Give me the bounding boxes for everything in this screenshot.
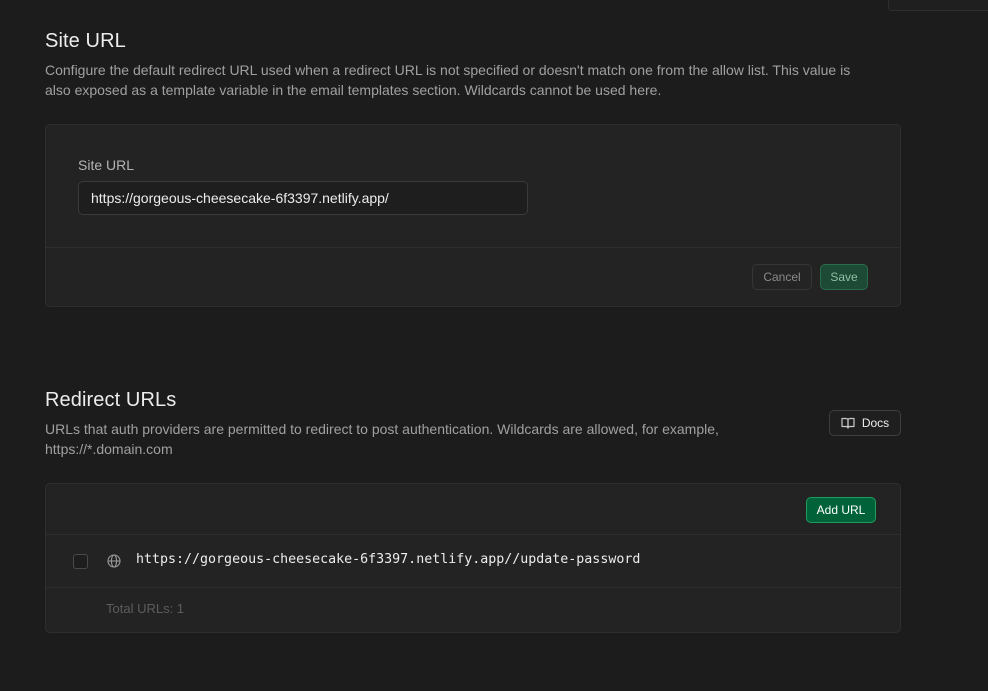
list-header-divider xyxy=(46,534,900,535)
cancel-button[interactable]: Cancel xyxy=(752,264,812,290)
site-url-card: Site URL Cancel Save xyxy=(45,124,901,307)
site-url-input[interactable] xyxy=(78,181,528,215)
add-url-button[interactable]: Add URL xyxy=(806,497,876,523)
docs-button[interactable]: Docs xyxy=(829,410,901,436)
top-edge-tab xyxy=(888,0,988,11)
site-url-title: Site URL xyxy=(45,30,126,52)
total-urls-count: Total URLs: 1 xyxy=(106,601,185,616)
auth-url-configuration-page: Site URL Configure the default redirect … xyxy=(0,0,988,691)
site-url-description: Configure the default redirect URL used … xyxy=(45,62,851,98)
docs-label: Docs xyxy=(861,416,890,430)
card-footer-divider xyxy=(46,247,900,248)
list-footer-divider xyxy=(46,587,900,588)
globe-icon xyxy=(107,554,121,568)
redirect-urls-card: Add URL https://gorgeous-cheesecake-6f33… xyxy=(45,483,901,633)
save-button[interactable]: Save xyxy=(820,264,868,290)
select-url-checkbox[interactable] xyxy=(73,554,88,569)
site-url-field-label: Site URL xyxy=(78,157,135,173)
redirect-url-text: https://gorgeous-cheesecake-6f3397.netli… xyxy=(136,552,641,567)
book-icon xyxy=(841,417,855,429)
redirect-urls-description: URLs that auth providers are permitted t… xyxy=(45,421,719,457)
redirect-urls-title: Redirect URLs xyxy=(45,389,177,411)
